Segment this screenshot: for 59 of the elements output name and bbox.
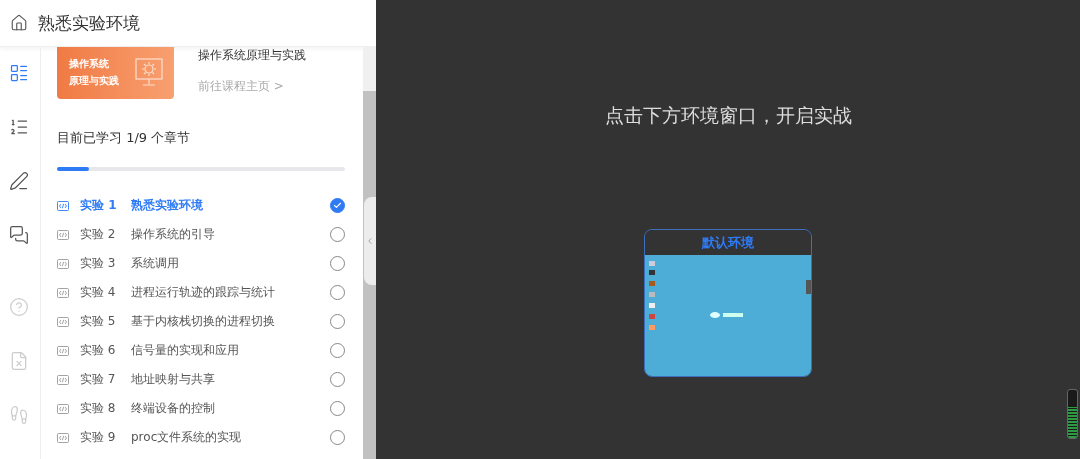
cover-text: 原理与实践 bbox=[69, 73, 119, 88]
completion-checkbox[interactable] bbox=[330, 198, 345, 213]
completion-checkbox[interactable] bbox=[330, 343, 345, 358]
lab-item[interactable]: 实验 5 基于内核栈切换的进程切换 bbox=[57, 307, 347, 336]
lab-number: 实验 9 bbox=[80, 429, 117, 446]
lab-title: 终端设备的控制 bbox=[131, 400, 216, 417]
lab-number: 实验 1 bbox=[80, 197, 118, 214]
lab-item[interactable]: 实验 9 proc文件系统的实现 bbox=[57, 423, 347, 452]
lab-item[interactable]: 实验 4 进程运行轨迹的跟踪与统计 bbox=[57, 278, 347, 307]
completion-checkbox[interactable] bbox=[330, 285, 345, 300]
lab-title: 熟悉实验环境 bbox=[131, 197, 204, 214]
monitor-icon bbox=[134, 57, 164, 87]
completion-checkbox[interactable] bbox=[330, 372, 345, 387]
lab-number: 实验 2 bbox=[80, 226, 117, 243]
lab-number: 实验 4 bbox=[80, 284, 117, 301]
lab-item[interactable]: 实验 3 系统调用 bbox=[57, 249, 347, 278]
lab-item[interactable]: 实验 7 地址映射与共享 bbox=[57, 365, 347, 394]
help-icon[interactable] bbox=[9, 297, 31, 319]
lab-item[interactable]: 实验 6 信号量的实现和应用 bbox=[57, 336, 347, 365]
code-icon bbox=[57, 200, 69, 211]
lab-number: 实验 6 bbox=[80, 342, 117, 359]
code-icon bbox=[57, 258, 69, 269]
completion-checkbox[interactable] bbox=[330, 314, 345, 329]
lab-title: 基于内核栈切换的进程切换 bbox=[131, 313, 276, 330]
code-icon bbox=[57, 403, 69, 414]
completion-checkbox[interactable] bbox=[330, 227, 345, 242]
scrollbar[interactable] bbox=[363, 47, 376, 459]
code-icon bbox=[57, 287, 69, 298]
course-name: 操作系统原理与实践 bbox=[198, 47, 306, 64]
code-icon bbox=[57, 345, 69, 356]
lab-item[interactable]: 实验 2 操作系统的引导 bbox=[57, 220, 347, 249]
lab-item[interactable]: 实验 1 熟悉实验环境 bbox=[57, 191, 347, 220]
code-icon bbox=[57, 374, 69, 385]
progress-label: 目前已学习 1/9 个章节 bbox=[57, 129, 192, 147]
lab-number: 实验 8 bbox=[80, 400, 117, 417]
prompt-text: 点击下方环境窗口，开启实战 bbox=[604, 103, 852, 128]
lab-title: 地址映射与共享 bbox=[131, 371, 216, 388]
collapse-handle[interactable] bbox=[364, 197, 376, 285]
lab-number: 实验 7 bbox=[80, 371, 117, 388]
completion-checkbox[interactable] bbox=[330, 430, 345, 445]
page-title: 熟悉实验环境 bbox=[38, 11, 140, 35]
completion-checkbox[interactable] bbox=[330, 256, 345, 271]
code-icon bbox=[57, 229, 69, 240]
lab-title: 进程运行轨迹的跟踪与统计 bbox=[131, 284, 276, 301]
lab-item[interactable]: 实验 8 终端设备的控制 bbox=[57, 394, 347, 423]
home-icon[interactable] bbox=[10, 14, 28, 32]
cover-text: 操作系统 bbox=[69, 56, 110, 71]
pen-icon[interactable] bbox=[9, 171, 31, 193]
lab-title: 信号量的实现和应用 bbox=[131, 342, 240, 359]
completion-checkbox[interactable] bbox=[330, 401, 345, 416]
code-icon bbox=[57, 432, 69, 443]
code-icon bbox=[57, 316, 69, 327]
lab-title: 系统调用 bbox=[131, 255, 180, 272]
lab-title: proc文件系统的实现 bbox=[131, 429, 243, 446]
lab-title: 操作系统的引导 bbox=[131, 226, 216, 243]
check-icon bbox=[333, 201, 342, 210]
lab-number: 实验 5 bbox=[80, 313, 117, 330]
chat-icon[interactable] bbox=[9, 225, 31, 247]
lab-number: 实验 3 bbox=[80, 255, 117, 272]
